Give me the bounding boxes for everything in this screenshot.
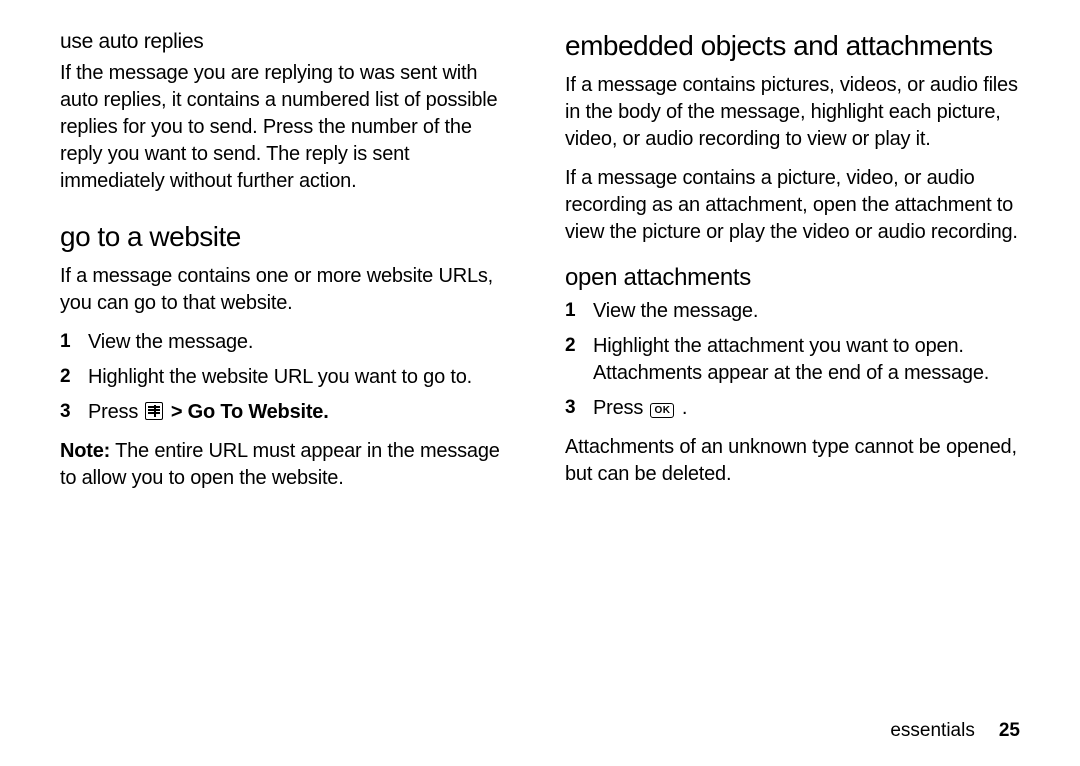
oa-step-1: View the message. [565, 298, 1020, 325]
step-3-pre: Press [88, 401, 143, 423]
paragraph-unknown-type: Attachments of an unknown type cannot be… [565, 434, 1020, 488]
paragraph-embedded-attachment: If a message contains a picture, video, … [565, 165, 1020, 246]
oa-step-2: Highlight the attachment you want to ope… [565, 333, 1020, 387]
oa-step-3-pre: Press [593, 397, 648, 419]
menu-icon [145, 402, 163, 420]
step-1: View the message. [60, 329, 515, 356]
note-label: Note: [60, 440, 110, 462]
step-3-post: > Go To Website. [165, 401, 328, 423]
paragraph-go-to-website-intro: If a message contains one or more websit… [60, 263, 515, 317]
left-column: use auto replies If the message you are … [60, 30, 515, 504]
heading-go-to-website: go to a website [60, 221, 515, 253]
footer-page-number: 25 [999, 720, 1020, 741]
subhead-open-attachments: open attachments [565, 264, 1020, 292]
footer-section: essentials [890, 720, 975, 741]
paragraph-embedded-body: If a message contains pictures, videos, … [565, 72, 1020, 153]
page-footer: essentials 25 [890, 720, 1020, 742]
heading-embedded-objects: embedded objects and attachments [565, 30, 1020, 62]
paragraph-auto-replies: If the message you are replying to was s… [60, 60, 515, 195]
steps-go-to-website: View the message. Highlight the website … [60, 329, 515, 426]
page-columns: use auto replies If the message you are … [60, 30, 1020, 504]
oa-step-3: Press OK . [565, 395, 1020, 422]
right-column: embedded objects and attachments If a me… [565, 30, 1020, 504]
step-2: Highlight the website URL you want to go… [60, 364, 515, 391]
oa-step-3-post: . [676, 397, 687, 419]
ok-icon: OK [650, 403, 674, 418]
steps-open-attachments: View the message. Highlight the attachme… [565, 298, 1020, 422]
note-go-to-website: Note: The entire URL must appear in the … [60, 438, 515, 492]
subhead-auto-replies: use auto replies [60, 30, 515, 54]
note-body: The entire URL must appear in the messag… [60, 440, 500, 489]
step-3: Press > Go To Website. [60, 399, 515, 426]
